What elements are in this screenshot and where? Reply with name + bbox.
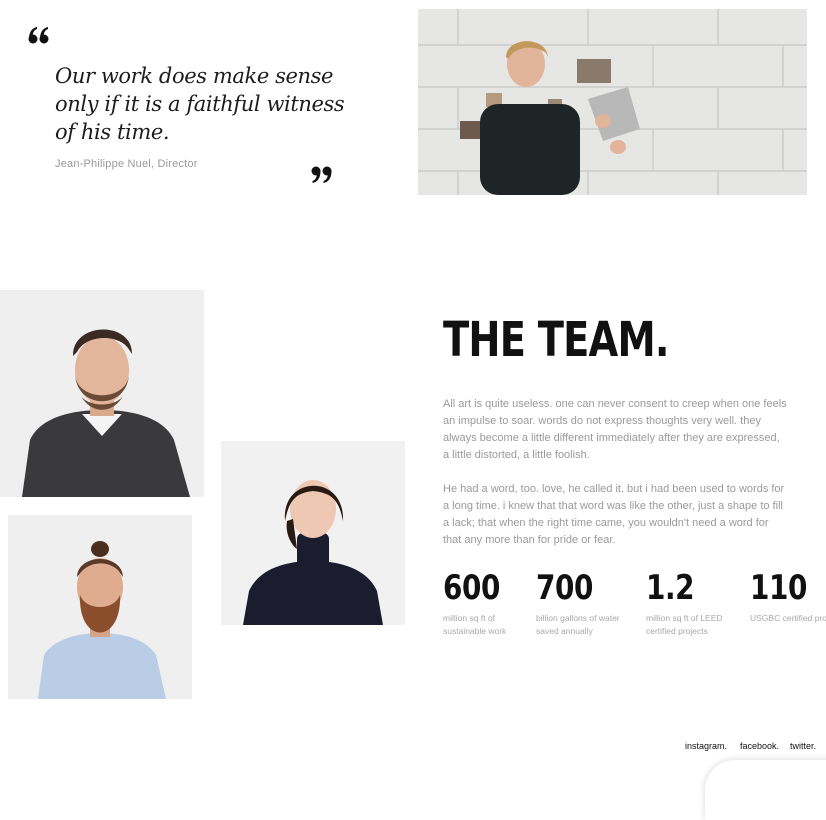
instagram-link[interactable]: instagram. (685, 741, 727, 751)
stat-label: USGBC certified projects (750, 613, 826, 623)
quote-open-icon (28, 27, 49, 44)
stat-label: million sq ft of sustainable work (443, 613, 507, 636)
team-paragraph: He had a word, too. love, he called it. … (443, 483, 785, 546)
stat-label: million sq ft of LEED certified projects (646, 613, 723, 636)
twitter-link[interactable]: twitter. (790, 741, 816, 751)
team-member-photo (0, 290, 204, 497)
stat-value: 700 (536, 568, 593, 608)
team-heading: THE TEAM. (443, 312, 669, 368)
stat-label: billion gallons of water saved annually (536, 613, 620, 636)
corner-panel (705, 760, 826, 820)
stat-item: 600 million sq ft of sustainable work (443, 568, 539, 638)
team-member-photo (8, 515, 192, 699)
stat-value: 600 (443, 568, 500, 608)
stat-item: 700 billion gallons of water saved annua… (536, 568, 632, 638)
quote-close-icon (311, 166, 332, 183)
stat-value: 110 (750, 568, 807, 608)
facebook-link[interactable]: facebook. (740, 741, 779, 751)
stat-value: 1.2 (646, 568, 695, 608)
team-member-photo (221, 441, 405, 625)
stat-item: 110 USGBC certified projects (750, 568, 826, 625)
team-paragraph: All art is quite useless. one can never … (443, 398, 787, 461)
stat-item: 1.2 million sq ft of LEED certified proj… (646, 568, 742, 638)
quote-text: Our work does make sense only if it is a… (55, 64, 345, 144)
quote-author: Jean-Philippe Nuel, Director (55, 158, 198, 170)
office-photo (418, 9, 807, 195)
